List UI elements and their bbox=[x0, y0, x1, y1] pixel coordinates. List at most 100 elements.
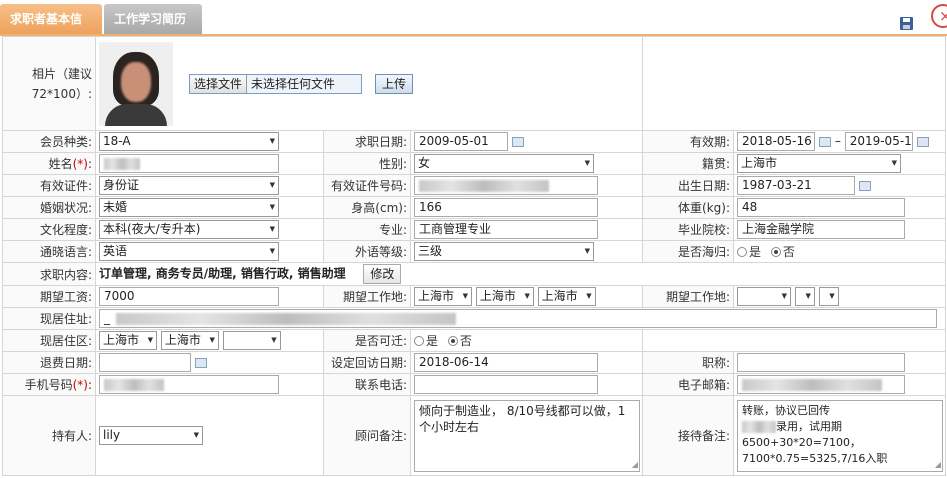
reception-note-label: 接待备注: bbox=[642, 395, 735, 476]
candidate-photo bbox=[99, 41, 173, 126]
refund-date-input[interactable] bbox=[99, 353, 191, 372]
mobile-label: 手机号码(*): bbox=[2, 373, 96, 396]
marital-label: 婚姻状况: bbox=[2, 196, 96, 219]
returnee-yes-radio[interactable] bbox=[737, 246, 748, 257]
work-place2-district-select[interactable] bbox=[818, 287, 839, 306]
calendar-icon[interactable] bbox=[819, 136, 832, 147]
work-place-province-select[interactable]: 上海市 bbox=[414, 287, 472, 306]
candidate-form: 相片（建议72*100）: 选择文件 未选择任何文件 上传 会员种类: 18-A … bbox=[2, 36, 947, 476]
close-icon[interactable]: × bbox=[931, 4, 947, 28]
address-input[interactable]: _ bbox=[99, 309, 937, 328]
refund-date-label: 退费日期: bbox=[2, 351, 96, 374]
returnee-no-text: 否 bbox=[782, 245, 795, 259]
job-date-label: 求职日期: bbox=[323, 130, 411, 153]
district-area-select[interactable] bbox=[222, 331, 281, 350]
holder-label: 持有人: bbox=[2, 395, 96, 476]
district-label: 现居住区: bbox=[2, 329, 96, 352]
marital-select[interactable]: 未婚 bbox=[99, 198, 279, 217]
native-place-label: 籍贯: bbox=[642, 152, 735, 175]
lang-level-label: 外语等级: bbox=[323, 240, 411, 263]
title-label: 职称: bbox=[642, 351, 735, 374]
reception-note-textarea[interactable]: 转账，协议已回传 录用，试用期6500+30*20=7100，7100*0.75=… bbox=[737, 399, 944, 472]
calendar-icon[interactable] bbox=[916, 136, 929, 147]
work-place-city-select[interactable]: 上海市 bbox=[475, 287, 534, 306]
work-place2-province-select[interactable] bbox=[737, 287, 792, 306]
calendar-icon[interactable] bbox=[859, 180, 872, 191]
save-icon[interactable] bbox=[900, 17, 913, 30]
id-number-label: 有效证件号码: bbox=[323, 174, 411, 197]
mobile-input[interactable] bbox=[99, 375, 279, 394]
relocate-no-text: 否 bbox=[459, 334, 472, 348]
work-place-district-select[interactable]: 上海市 bbox=[537, 287, 596, 306]
work-place-label-1: 期望工作地: bbox=[323, 285, 411, 308]
photo-label: 相片（建议72*100）: bbox=[2, 36, 96, 131]
district-province-select[interactable]: 上海市 bbox=[99, 331, 157, 350]
member-type-label: 会员种类: bbox=[2, 130, 96, 153]
valid-period-label: 有效期: bbox=[642, 130, 735, 153]
language-label: 通晓语言: bbox=[2, 240, 96, 263]
returnee-label: 是否海归: bbox=[642, 240, 735, 263]
consultant-note-label: 顾问备注: bbox=[323, 395, 411, 476]
birth-date-input[interactable]: 1987-03-21 bbox=[737, 176, 856, 195]
callback-date-label: 设定回访日期: bbox=[323, 351, 411, 374]
school-label: 毕业院校: bbox=[642, 218, 735, 241]
job-content-text: 订单管理, 商务专员/助理, 销售行政, 销售助理 bbox=[99, 266, 346, 281]
phone-label: 联系电话: bbox=[323, 373, 411, 396]
title-input[interactable] bbox=[737, 353, 906, 372]
id-type-select[interactable]: 身份证 bbox=[99, 176, 279, 195]
relocate-no-radio[interactable] bbox=[447, 335, 458, 346]
choose-file-button[interactable]: 选择文件 bbox=[190, 74, 248, 93]
email-input[interactable] bbox=[737, 375, 906, 394]
valid-from-input[interactable]: 2018-05-16 bbox=[737, 132, 816, 151]
relocate-label: 是否可迁: bbox=[323, 329, 411, 352]
education-select[interactable]: 本科(夜大/专升本) bbox=[99, 220, 279, 239]
height-input[interactable]: 166 bbox=[414, 198, 598, 217]
job-content-label: 求职内容: bbox=[2, 262, 96, 286]
relocate-yes-text: 是 bbox=[426, 334, 439, 348]
native-place-select[interactable]: 上海市 bbox=[737, 154, 902, 173]
id-number-input[interactable] bbox=[414, 176, 598, 195]
edit-job-content-button[interactable]: 修改 bbox=[363, 264, 402, 284]
district-city-select[interactable]: 上海市 bbox=[160, 331, 219, 350]
upload-button[interactable]: 上传 bbox=[375, 73, 414, 94]
id-type-label: 有效证件: bbox=[2, 174, 96, 197]
member-type-select[interactable]: 18-A bbox=[99, 132, 279, 151]
birth-date-label: 出生日期: bbox=[642, 174, 735, 197]
returnee-yes-text: 是 bbox=[749, 245, 762, 259]
major-input[interactable]: 工商管理专业 bbox=[414, 220, 598, 239]
email-label: 电子邮箱: bbox=[642, 373, 735, 396]
school-input[interactable]: 上海金融学院 bbox=[737, 220, 906, 239]
name-input[interactable] bbox=[99, 154, 279, 173]
file-picker[interactable]: 选择文件 未选择任何文件 bbox=[189, 73, 363, 94]
calendar-icon[interactable] bbox=[512, 136, 524, 147]
weight-label: 体重(kg): bbox=[642, 196, 735, 219]
period-separator: – bbox=[834, 134, 841, 148]
name-label: 姓名(*): bbox=[2, 152, 96, 175]
tab-basic-info[interactable]: 求职者基本信息 bbox=[0, 4, 102, 56]
work-place-label-2: 期望工作地: bbox=[642, 285, 735, 308]
gender-label: 性别: bbox=[323, 152, 411, 175]
address-label: 现居住址: bbox=[2, 307, 96, 330]
salary-input[interactable]: 7000 bbox=[99, 287, 279, 306]
education-label: 文化程度: bbox=[2, 218, 96, 241]
job-date-input[interactable]: 2009-05-01 bbox=[414, 132, 508, 151]
major-label: 专业: bbox=[323, 218, 411, 241]
consultant-note-textarea[interactable]: 倾向于制造业， 8/10号线都可以做，1个小时左右 bbox=[414, 399, 640, 472]
relocate-yes-radio[interactable] bbox=[414, 335, 424, 346]
calendar-icon[interactable] bbox=[195, 357, 207, 368]
callback-date-input[interactable]: 2018-06-14 bbox=[414, 353, 598, 372]
lang-level-select[interactable]: 三级 bbox=[414, 242, 594, 261]
tab-bar: 求职者基本信息 工作学习简历 × bbox=[0, 0, 947, 56]
no-file-text: 未选择任何文件 bbox=[251, 76, 336, 91]
salary-label: 期望工资: bbox=[2, 285, 96, 308]
weight-input[interactable]: 48 bbox=[737, 198, 906, 217]
work-place2-city-select[interactable] bbox=[794, 287, 815, 306]
holder-select[interactable]: lily bbox=[99, 426, 203, 445]
returnee-no-radio[interactable] bbox=[770, 246, 781, 257]
tab-work-study-resume[interactable]: 工作学习简历 bbox=[104, 4, 202, 34]
language-select[interactable]: 英语 bbox=[99, 242, 279, 261]
valid-to-input[interactable]: 2019-05-16 bbox=[844, 132, 913, 151]
gender-select[interactable]: 女 bbox=[414, 154, 594, 173]
height-label: 身高(cm): bbox=[323, 196, 411, 219]
phone-input[interactable] bbox=[414, 375, 598, 394]
